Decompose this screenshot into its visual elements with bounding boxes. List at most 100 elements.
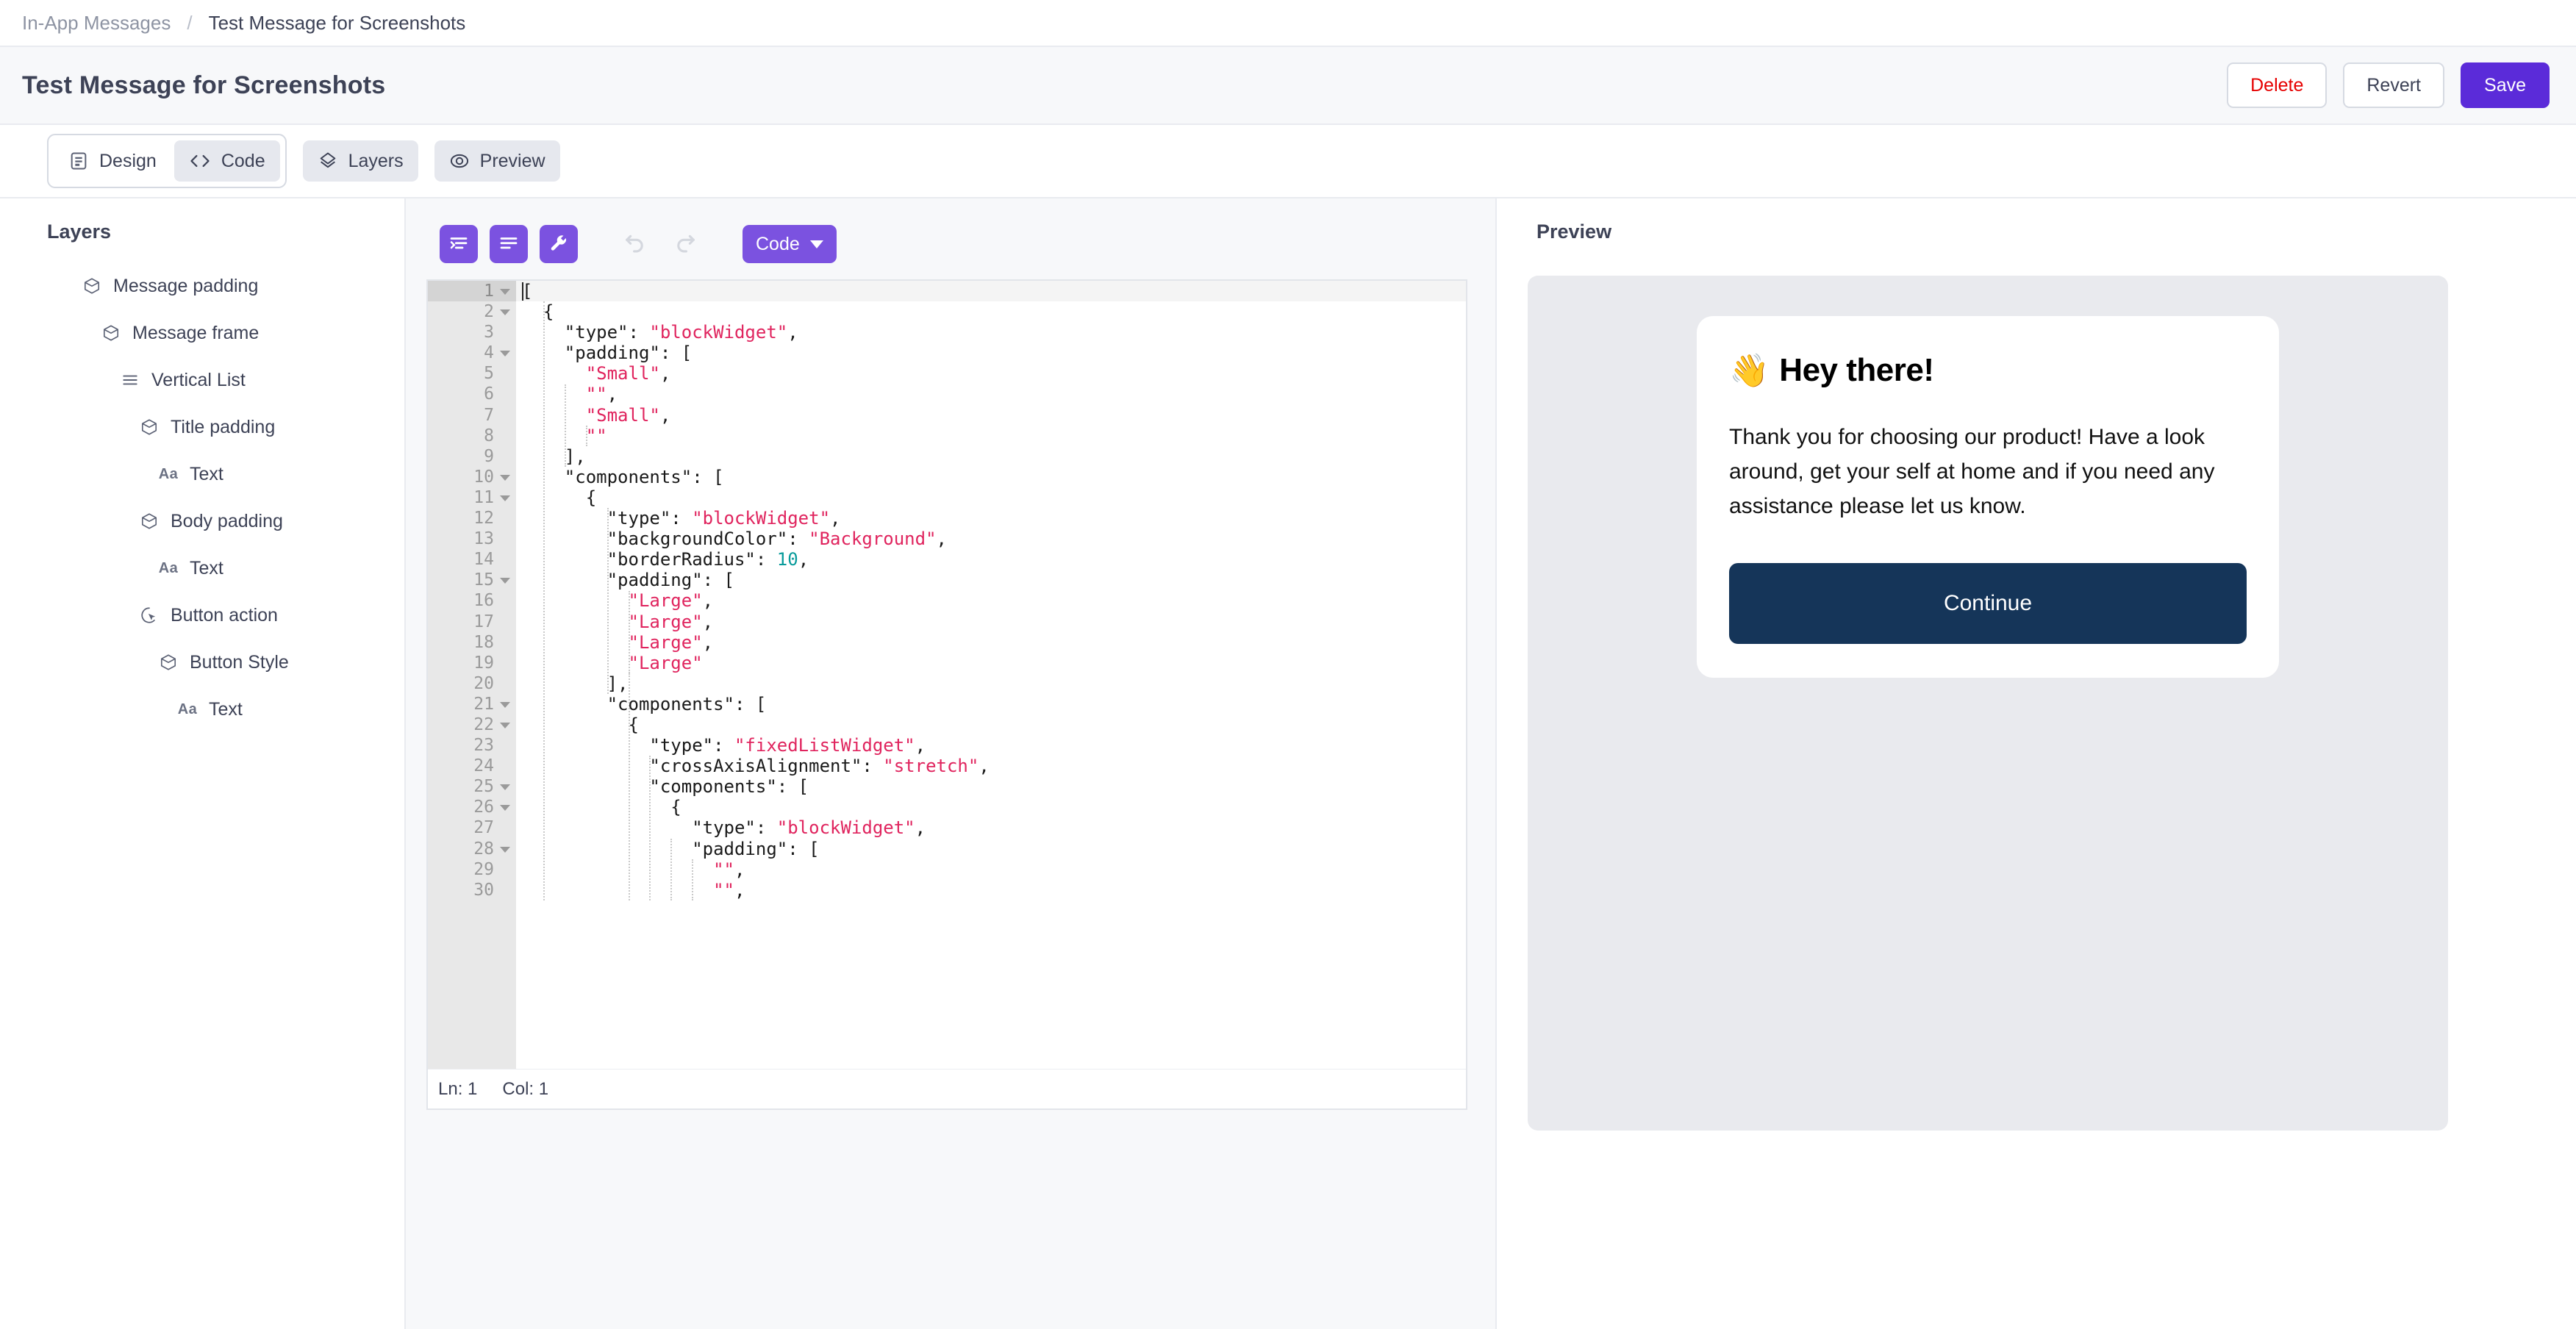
- code-line[interactable]: "type": "fixedListWidget",: [516, 735, 1466, 756]
- delete-button[interactable]: Delete: [2227, 62, 2328, 108]
- line-number[interactable]: 22: [428, 714, 516, 735]
- code-editor[interactable]: 1 2 3 4 5 6 7 8 9 10 11 12 13 14 15 16 17 18 19 20 21 22 23 24 2…: [426, 279, 1467, 1110]
- layer-item-title-padding[interactable]: Title padding: [0, 404, 404, 451]
- line-number[interactable]: 1: [428, 281, 516, 302]
- layer-item-button-style[interactable]: Button Style: [0, 639, 404, 686]
- fold-toggle-icon[interactable]: [500, 578, 510, 584]
- line-number[interactable]: 2: [428, 301, 516, 322]
- line-number[interactable]: 26: [428, 797, 516, 817]
- code-line[interactable]: "components": [: [516, 694, 1466, 714]
- code-line[interactable]: "",: [516, 880, 1466, 900]
- layer-item-message-padding[interactable]: Message padding: [0, 262, 404, 309]
- code-line[interactable]: {: [516, 714, 1466, 735]
- undo-icon-button[interactable]: [616, 225, 654, 263]
- code-line[interactable]: "Small",: [516, 405, 1466, 426]
- wrench-icon-button[interactable]: [540, 225, 578, 263]
- line-number[interactable]: 15: [428, 570, 516, 590]
- tab-layers[interactable]: Layers: [302, 140, 418, 182]
- code-line[interactable]: "Large": [516, 653, 1466, 673]
- code-lines[interactable]: [ { "type": "blockWidget", "padding": [ …: [516, 281, 1466, 900]
- format-indent-icon-button[interactable]: [440, 225, 478, 263]
- code-line[interactable]: "components": [: [516, 467, 1466, 487]
- line-number[interactable]: 8: [428, 426, 516, 446]
- code-text-area[interactable]: [ { "type": "blockWidget", "padding": [ …: [516, 281, 1466, 1069]
- line-number[interactable]: 4: [428, 343, 516, 363]
- code-line[interactable]: "components": [: [516, 776, 1466, 797]
- line-number[interactable]: 18: [428, 632, 516, 653]
- line-number[interactable]: 23: [428, 735, 516, 756]
- save-button[interactable]: Save: [2461, 62, 2550, 108]
- code-mode-dropdown[interactable]: Code: [743, 225, 837, 263]
- line-number-gutter[interactable]: 1 2 3 4 5 6 7 8 9 10 11 12 13 14 15 16 17 18 19 20 21 22 23 24 2…: [428, 281, 516, 1069]
- line-number[interactable]: 9: [428, 446, 516, 467]
- code-line[interactable]: {: [516, 301, 1466, 322]
- line-number[interactable]: 12: [428, 508, 516, 529]
- code-line[interactable]: "backgroundColor": "Background",: [516, 529, 1466, 549]
- layer-item-vertical-list[interactable]: Vertical List: [0, 357, 404, 404]
- line-number[interactable]: 29: [428, 859, 516, 880]
- code-line[interactable]: "Large",: [516, 590, 1466, 611]
- code-line[interactable]: "borderRadius": 10,: [516, 549, 1466, 570]
- redo-icon-button[interactable]: [666, 225, 704, 263]
- line-number[interactable]: 17: [428, 612, 516, 632]
- line-number[interactable]: 30: [428, 880, 516, 900]
- code-line[interactable]: "Small",: [516, 363, 1466, 384]
- fold-toggle-icon[interactable]: [500, 723, 510, 729]
- fold-toggle-icon[interactable]: [500, 495, 510, 501]
- format-align-icon-button[interactable]: [490, 225, 528, 263]
- layer-item-message-frame[interactable]: Message frame: [0, 309, 404, 357]
- fold-toggle-icon[interactable]: [500, 289, 510, 295]
- breadcrumb-parent-link[interactable]: In-App Messages: [22, 12, 171, 35]
- fold-toggle-icon[interactable]: [500, 701, 510, 708]
- line-number[interactable]: 21: [428, 694, 516, 714]
- code-line[interactable]: "",: [516, 859, 1466, 880]
- layer-item-button-action[interactable]: Button action: [0, 592, 404, 639]
- line-number[interactable]: 24: [428, 756, 516, 776]
- code-line[interactable]: {: [516, 487, 1466, 508]
- line-number[interactable]: 28: [428, 839, 516, 859]
- fold-toggle-icon[interactable]: [500, 805, 510, 812]
- line-number[interactable]: 19: [428, 653, 516, 673]
- fold-toggle-icon[interactable]: [500, 846, 510, 853]
- code-line[interactable]: "crossAxisAlignment": "stretch",: [516, 756, 1466, 776]
- layer-item-text[interactable]: Aa Text: [0, 545, 404, 592]
- code-line[interactable]: {: [516, 797, 1466, 817]
- line-number[interactable]: 6: [428, 384, 516, 404]
- code-line[interactable]: "type": "blockWidget",: [516, 817, 1466, 838]
- code-line[interactable]: "padding": [: [516, 343, 1466, 363]
- code-line[interactable]: [: [516, 281, 1466, 302]
- line-number[interactable]: 7: [428, 405, 516, 426]
- line-number[interactable]: 14: [428, 549, 516, 570]
- line-number[interactable]: 13: [428, 529, 516, 549]
- code-line[interactable]: ],: [516, 673, 1466, 694]
- layer-item-text[interactable]: Aa Text: [0, 686, 404, 733]
- layer-item-body-padding[interactable]: Body padding: [0, 498, 404, 545]
- tab-design[interactable]: Design: [54, 140, 171, 182]
- line-number[interactable]: 10: [428, 467, 516, 487]
- fold-toggle-icon[interactable]: [500, 474, 510, 481]
- code-line[interactable]: "": [516, 426, 1466, 446]
- code-line[interactable]: ],: [516, 446, 1466, 467]
- fold-toggle-icon[interactable]: [500, 309, 510, 316]
- code-line[interactable]: "Large",: [516, 612, 1466, 632]
- code-line[interactable]: "Large",: [516, 632, 1466, 653]
- line-number[interactable]: 25: [428, 776, 516, 797]
- line-number[interactable]: 3: [428, 322, 516, 343]
- line-number[interactable]: 16: [428, 590, 516, 611]
- revert-button[interactable]: Revert: [2343, 62, 2445, 108]
- fold-toggle-icon[interactable]: [500, 784, 510, 791]
- code-line[interactable]: "",: [516, 384, 1466, 404]
- tab-code[interactable]: Code: [173, 140, 280, 182]
- code-editor-scroll[interactable]: 1 2 3 4 5 6 7 8 9 10 11 12 13 14 15 16 17 18 19 20 21 22 23 24 2…: [428, 281, 1466, 1069]
- code-line[interactable]: "padding": [: [516, 839, 1466, 859]
- tab-preview[interactable]: Preview: [434, 140, 560, 182]
- fold-toggle-icon[interactable]: [500, 351, 510, 357]
- code-line[interactable]: "padding": [: [516, 570, 1466, 590]
- layer-item-text[interactable]: Aa Text: [0, 451, 404, 498]
- code-line[interactable]: "type": "blockWidget",: [516, 508, 1466, 529]
- line-number[interactable]: 11: [428, 487, 516, 508]
- line-number[interactable]: 5: [428, 363, 516, 384]
- line-number[interactable]: 20: [428, 673, 516, 694]
- code-line[interactable]: "type": "blockWidget",: [516, 322, 1466, 343]
- message-continue-button[interactable]: Continue: [1729, 563, 2247, 645]
